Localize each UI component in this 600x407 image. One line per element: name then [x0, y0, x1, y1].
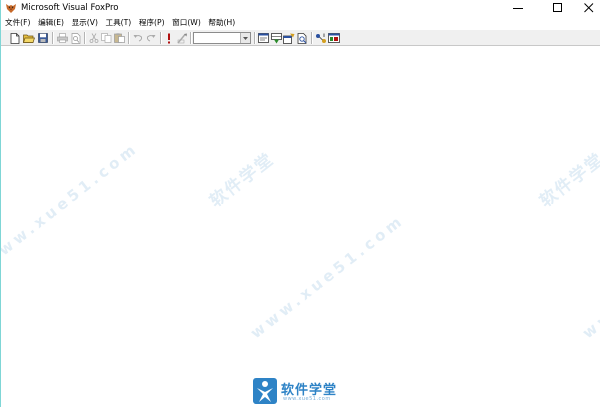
window-title: Microsoft Visual FoxPro: [21, 3, 119, 13]
minimize-button[interactable]: [503, 0, 533, 16]
report-button[interactable]: [296, 32, 308, 44]
form-wizard-button[interactable]: [283, 32, 295, 44]
menu-bar: 文件(F) 编辑(E) 显示(V) 工具(T) 程序(P) 窗口(W) 帮助(H…: [1, 16, 600, 29]
print-preview-button[interactable]: [70, 32, 82, 44]
watermark-text: 软件学堂: [206, 149, 279, 212]
save-button[interactable]: [37, 32, 49, 44]
print-preview-icon: [71, 32, 81, 44]
form-wizard-icon: [283, 33, 295, 44]
cut-button[interactable]: [88, 32, 100, 44]
redo-icon: [146, 35, 156, 42]
watermark-url: www.xue51.com: [1, 138, 143, 271]
open-button[interactable]: [23, 32, 35, 44]
paste-icon: [113, 33, 125, 43]
menu-edit[interactable]: 编辑(E): [38, 17, 64, 28]
foxpro-main-window: Microsoft Visual FoxPro 文件(F) 编辑(E) 显示(V…: [0, 0, 600, 407]
help-icon: [328, 33, 340, 43]
help-toolbar-button[interactable]: [328, 32, 340, 44]
copy-button[interactable]: [100, 32, 112, 44]
client-area[interactable]: www.xue51.com 软件学堂 www.xue51.com 软件学堂 ww…: [1, 46, 600, 407]
foxpro-app-icon[interactable]: [5, 2, 17, 14]
menu-program[interactable]: 程序(P): [139, 17, 165, 28]
modify-form-icon: [176, 33, 187, 43]
menu-view[interactable]: 显示(V): [72, 17, 98, 28]
combo-dropdown-button[interactable]: [240, 33, 250, 43]
maximize-button[interactable]: [543, 0, 573, 16]
new-file-icon: [10, 32, 20, 44]
chevron-down-icon: [243, 36, 248, 40]
close-button[interactable]: [574, 0, 600, 16]
run-button[interactable]: [163, 32, 175, 44]
save-icon: [38, 33, 48, 43]
report-icon: [297, 32, 306, 44]
menu-tools[interactable]: 工具(T): [106, 17, 132, 28]
command-window-icon: [257, 33, 269, 43]
toolbar-separator: [128, 32, 130, 44]
data-session-button[interactable]: [270, 32, 282, 44]
object-combo[interactable]: [193, 32, 251, 44]
toolbar-separator: [190, 32, 192, 44]
undo-button[interactable]: [132, 32, 144, 44]
menu-help[interactable]: 帮助(H): [208, 17, 235, 28]
undo-icon: [133, 35, 143, 42]
open-folder-icon: [23, 34, 35, 43]
print-button[interactable]: [56, 32, 68, 44]
cut-icon: [89, 33, 99, 43]
print-icon: [56, 33, 68, 43]
run-icon: [168, 33, 170, 43]
toolbar-separator: [52, 32, 54, 44]
new-button[interactable]: [9, 32, 21, 44]
watermark-text: 软件学堂: [536, 149, 600, 212]
paste-button[interactable]: [113, 32, 125, 44]
connection-button[interactable]: [315, 32, 327, 44]
minimize-icon: [513, 8, 523, 9]
close-icon: [584, 3, 594, 13]
watermark-url: www.xue51.com: [579, 210, 600, 343]
brand-watermark-url: www.xue51.com: [283, 396, 331, 402]
menu-file[interactable]: 文件(F): [5, 17, 30, 28]
data-session-icon: [270, 32, 282, 43]
command-window-button[interactable]: [257, 32, 269, 44]
title-bar[interactable]: Microsoft Visual FoxPro: [1, 0, 600, 16]
copy-icon: [100, 33, 111, 43]
toolbar-separator: [84, 32, 86, 44]
toolbar-separator: [254, 32, 256, 44]
modify-form-button[interactable]: [176, 32, 188, 44]
connection-icon: [316, 33, 326, 43]
toolbar-separator: [311, 32, 313, 44]
watermark-url: www.xue51.com: [247, 210, 409, 343]
toolbar-separator: [160, 32, 162, 44]
brand-logo-icon: [253, 378, 277, 404]
redo-button[interactable]: [145, 32, 157, 44]
standard-toolbar: [1, 29, 600, 46]
maximize-icon: [553, 3, 562, 12]
menu-window[interactable]: 窗口(W): [172, 17, 201, 28]
